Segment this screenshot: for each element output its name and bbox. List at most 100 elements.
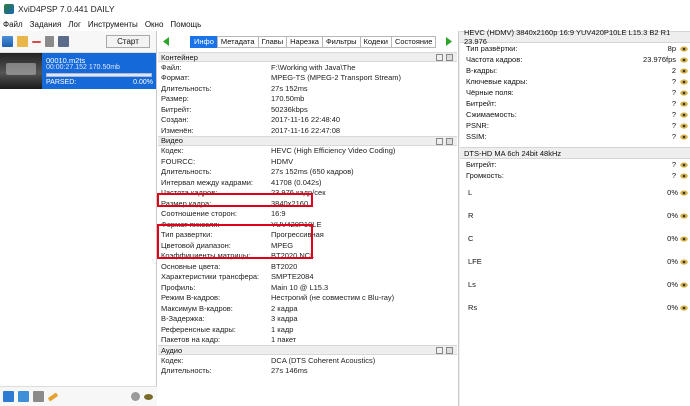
info-value: DCA (DTS Coherent Acoustics) — [271, 355, 376, 365]
info-row: Основные цвета: BT2020 — [158, 261, 457, 272]
start-button[interactable]: Старт — [106, 35, 150, 48]
eye-icon[interactable] — [680, 161, 688, 168]
tab-info[interactable]: Инфо — [190, 35, 218, 48]
edit-icon[interactable] — [47, 391, 59, 402]
info-key: Изменён: — [161, 125, 194, 135]
stat-value: ? — [671, 88, 676, 97]
info-value: 27s 152ms — [271, 83, 308, 93]
stat-row: Сжимаемость:? — [460, 109, 690, 120]
next-tab-arrow-icon[interactable] — [445, 37, 452, 46]
stat-label: B-кадры: — [466, 66, 498, 75]
info-row: Длительность: 27s 146ms — [158, 366, 457, 377]
menu-tasks[interactable]: Задания — [30, 20, 62, 29]
video-section-header: Видео — [158, 135, 457, 146]
eye-icon[interactable] — [680, 258, 688, 265]
highlight-color-info — [157, 224, 313, 259]
info-value: 1 пакет — [271, 335, 297, 345]
info-key: Соотношение сторон: — [161, 209, 237, 219]
tab-state[interactable]: Состояние — [390, 35, 437, 48]
container-section-header: Контейнер — [158, 52, 457, 62]
remove-icon[interactable] — [32, 41, 41, 43]
stat-label: Сжимаемость: — [466, 110, 517, 119]
eye-icon[interactable] — [680, 78, 688, 85]
eye-icon[interactable] — [680, 189, 688, 196]
eye-icon[interactable] — [680, 111, 688, 118]
info-value: HDMV — [271, 156, 294, 166]
queue-task-item[interactable]: 00010.m2ts 00:00:27.152 170.50mb PARSED:… — [0, 53, 156, 89]
info-row: Пакетов на кадр: 1 пакет — [158, 335, 457, 346]
copy-icon[interactable] — [436, 54, 443, 61]
queue-bottom-toolbar — [0, 386, 157, 406]
stat-value: ? — [671, 132, 676, 141]
menu-file[interactable]: Файл — [3, 20, 23, 29]
collapse-icon[interactable] — [446, 137, 453, 145]
channel-meter: C 0% — [460, 227, 690, 250]
menu-window[interactable]: Окно — [145, 20, 164, 29]
eye-icon[interactable] — [680, 172, 688, 179]
section-header-icons — [436, 137, 453, 145]
stat-value: ? — [671, 121, 676, 130]
stat-label: Тип развёртки: — [466, 44, 518, 53]
info-value: 170.50mb — [271, 94, 305, 104]
stat-row: Битрейт:? — [460, 159, 690, 170]
channel-name: Rs — [468, 303, 478, 312]
info-value: SMPTE2084 — [271, 272, 314, 282]
save-icon[interactable] — [58, 36, 69, 47]
tab-metadata[interactable]: Метадата — [216, 35, 259, 48]
eye-icon[interactable] — [680, 281, 688, 288]
eye-icon[interactable] — [680, 56, 688, 63]
stat-label: Битрейт: — [466, 160, 497, 169]
info-row: Соотношение сторон: 16:9 — [158, 209, 457, 220]
stat-value: ? — [671, 99, 676, 108]
grid-icon[interactable] — [3, 391, 14, 402]
channel-name: LFE — [468, 257, 482, 266]
window-title: XviD4PSP 7.0.441 DAILY — [18, 3, 115, 14]
collapse-icon[interactable] — [446, 54, 453, 61]
stat-row: Громкость:? — [460, 170, 690, 181]
eye-icon[interactable] — [680, 67, 688, 74]
info-row: Характеристики трансфера: SMPTE2084 — [158, 272, 457, 283]
tab-codecs[interactable]: Кодеки — [359, 35, 392, 48]
eye-icon[interactable] — [680, 133, 688, 140]
eye-icon[interactable] — [680, 212, 688, 219]
info-key: Пакетов на кадр: — [161, 335, 221, 345]
tab-filters[interactable]: Фильтры — [321, 35, 361, 48]
eye-icon[interactable] — [680, 304, 688, 311]
title-bar: XviD4PSP 7.0.441 DAILY — [0, 0, 690, 17]
media-icon[interactable] — [18, 391, 29, 402]
settings-icon[interactable] — [131, 392, 140, 401]
eye-icon[interactable] — [680, 89, 688, 96]
prev-tab-arrow-icon[interactable] — [163, 37, 170, 46]
section-header-icons — [436, 347, 453, 354]
info-row: Файл: F:\Working with Java\The — [158, 62, 457, 73]
info-row: Размер: 170.50mb — [158, 94, 457, 105]
copy-icon[interactable] — [436, 137, 443, 145]
list-icon[interactable] — [33, 391, 44, 402]
info-row: Формат: MPEG-TS (MPEG-2 Transport Stream) — [158, 73, 457, 84]
channel-level: 0% — [667, 211, 678, 220]
channel-meter: LFE 0% — [460, 250, 690, 273]
stat-label: Чёрные поля: — [466, 88, 514, 97]
collapse-icon[interactable] — [446, 347, 453, 354]
info-key: Длительность: — [161, 366, 212, 376]
channel-name: Ls — [468, 280, 476, 289]
add-file-icon[interactable] — [2, 36, 13, 47]
tab-chapters[interactable]: Главы — [257, 35, 288, 48]
open-folder-icon[interactable] — [17, 36, 28, 47]
menu-tools[interactable]: Инструменты — [88, 20, 138, 29]
menu-help[interactable]: Помощь — [170, 20, 201, 29]
copy-icon[interactable] — [436, 347, 443, 354]
info-key: Референсные кадры: — [161, 324, 236, 334]
info-value: 2017-11-16 22:47:08 — [271, 125, 341, 135]
menu-log[interactable]: Лог — [68, 20, 81, 29]
task-thumbnail — [0, 53, 42, 89]
preview-eye-icon[interactable] — [144, 393, 153, 400]
stat-value: ? — [671, 160, 676, 169]
clear-icon[interactable] — [45, 36, 54, 47]
eye-icon[interactable] — [680, 235, 688, 242]
eye-icon[interactable] — [680, 45, 688, 52]
tab-cuts[interactable]: Нарезка — [286, 35, 323, 48]
info-row: FOURCC: HDMV — [158, 156, 457, 167]
eye-icon[interactable] — [680, 122, 688, 129]
eye-icon[interactable] — [680, 100, 688, 107]
